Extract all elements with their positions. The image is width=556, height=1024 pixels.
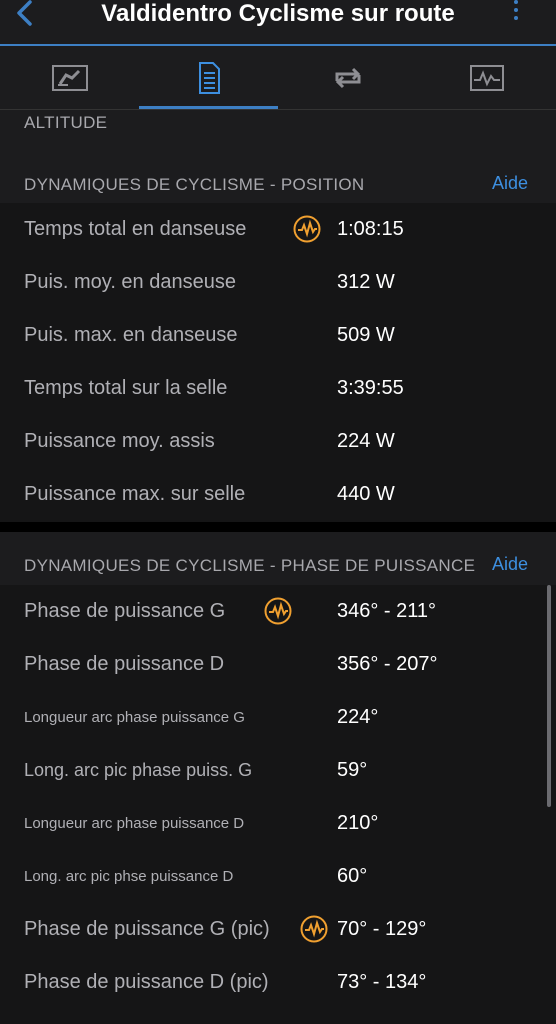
scrollbar[interactable] [547,585,551,807]
more-options-icon[interactable] [510,0,522,30]
tab-details[interactable] [139,46,278,109]
tab-laps[interactable] [278,46,417,109]
list-item: Temps total sur la selle 3:39:55 [24,377,404,399]
altitude-section-header: ALTITUDE [0,110,556,150]
loop-icon [335,67,360,88]
list-item: Puissance max. sur selle 440 W [24,483,395,505]
list-item: Temps total en danseuse 1:08:15 [0,203,556,256]
app-header: Valdidentro Cyclisme sur route [0,0,556,46]
position-panel: Temps total en danseuse 1:08:15 Puis. mo… [0,203,556,522]
list-item: Longueur arc phase puissance G 224° [24,706,379,728]
tab-charts[interactable] [417,46,556,109]
list-item: Long. arc pic phase puiss. G 59° [24,759,368,781]
altitude-label: ALTITUDE [24,113,108,132]
premium-wave-icon[interactable] [300,915,328,943]
position-help-link[interactable]: Aide [492,173,528,194]
premium-wave-icon[interactable] [264,597,292,625]
list-item: Puissance moy. assis 224 W [24,430,395,452]
power-phase-help-link[interactable]: Aide [492,554,528,575]
chart-icon [469,64,504,91]
list-item: Phase de puissance G 346° - 211° [0,585,556,638]
tab-bar [0,46,556,110]
list-item: Phase de puissance G (pic) 70° - 129° [0,903,556,956]
power-phase-section-title: DYNAMIQUES DE CYCLISME - PHASE DE PUISSA… [24,556,476,575]
power-phase-panel: Phase de puissance G 346° - 211° Phase d… [0,585,556,1024]
list-item: Long. arc pic phse puissance D 60° [24,865,368,887]
document-icon [198,61,220,94]
tab-overview[interactable] [0,46,139,109]
speed-gauge-icon [51,64,88,91]
premium-wave-icon[interactable] [293,215,321,243]
list-item: Puis. moy. en danseuse 312 W [24,271,395,293]
position-section-header: DYNAMIQUES DE CYCLISME - POSITION Aide [0,150,556,203]
list-item: Phase de puissance D (pic) 73° - 134° [24,971,427,993]
list-item: Longueur arc phase puissance D 210° [24,812,379,834]
page-title: Valdidentro Cyclisme sur route [101,0,455,27]
power-phase-section-header: DYNAMIQUES DE CYCLISME - PHASE DE PUISSA… [0,532,556,585]
list-item: Puis. max. en danseuse 509 W [24,324,395,346]
list-item: Phase de puissance D 356° - 207° [24,653,438,675]
position-section-title: DYNAMIQUES DE CYCLISME - POSITION [24,175,365,194]
back-chevron-icon[interactable] [10,0,40,30]
